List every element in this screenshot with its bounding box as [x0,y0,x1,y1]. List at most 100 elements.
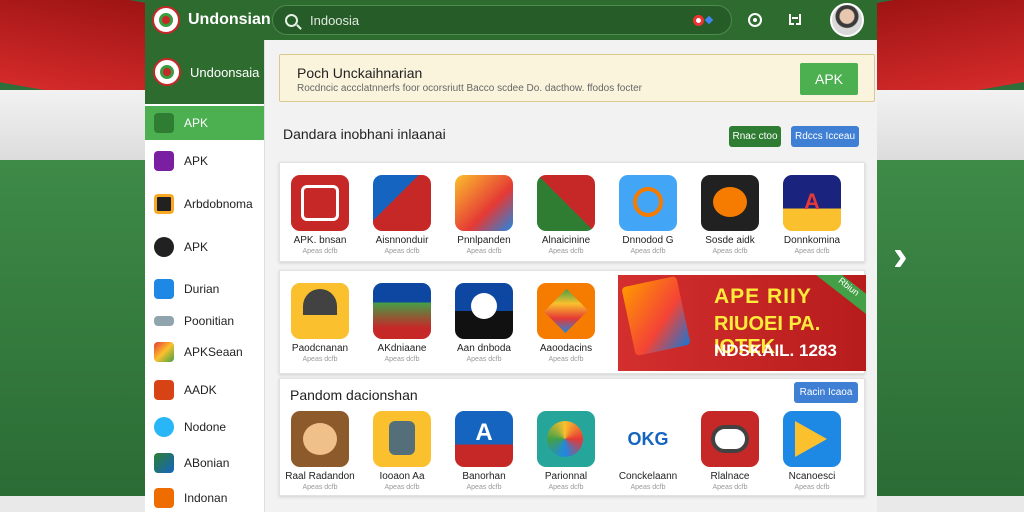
user-avatar[interactable] [830,3,864,37]
folder-icon [154,193,174,214]
sidebar-item-label: APK [184,239,209,254]
section-title: Dandara inobhani inlaanai [283,126,446,142]
flag-background-left [0,0,145,512]
app-icon [783,411,841,467]
app-rating: Apeas dcfb [466,248,502,255]
app-item[interactable]: Pnnlpanden Apeas dcfb [444,175,524,255]
sidebar-item[interactable]: Durian [145,268,264,310]
app-rating: Apeas dcfb [630,484,666,491]
app-name: Rlalnace [710,471,750,482]
app-item[interactable]: Alnaicinine Apeas dcfb [526,175,606,255]
promo-subtitle: Rocdncic accclatnnerfs foor ocorsriutt B… [297,83,642,94]
app-icon: OKG [619,411,677,467]
app-item[interactable]: APK. bnsan Apeas dcfb [280,175,360,255]
app-item[interactable]: Sosde aidk Apeas dcfb [690,175,770,255]
app-rating: Apeas dcfb [302,248,338,255]
app-rating: Apeas dcfb [466,356,502,363]
app-icon: A [455,411,513,467]
play-store-icon [621,275,691,357]
sidebar-item[interactable]: ABonian [145,446,264,480]
app-item[interactable]: Aaoodacins Apeas dcfb [526,283,606,363]
apk-icon [154,113,174,133]
app-icon [291,283,349,339]
sidebar-item[interactable]: APKSeaan [145,332,264,372]
app-row-card: APK. bnsan Apeas dcfb Aisnnonduir Apeas … [279,162,865,262]
app-item[interactable]: Rlalnace Apeas dcfb [690,411,770,491]
app-icon [455,283,513,339]
sidebar-item[interactable]: APK [145,140,264,182]
app-item[interactable]: OKG Conckelaann Apeas dcfb [608,411,688,491]
app-item[interactable]: Raal Radandon Apeas dcfb [280,411,360,491]
sidebar-item[interactable]: AADK [145,372,264,408]
app-rating: Apeas dcfb [302,356,338,363]
app-name: Donnkomina [783,235,841,246]
section-chip-green[interactable]: Rnac ctoo [729,126,781,147]
sidebar-item-label: Indonan [184,491,228,505]
app-item[interactable]: Dnnodod G Apeas dcfb [608,175,688,255]
app-name: APK. bnsan [293,235,347,246]
app-name: Parionnal [544,471,588,482]
app-icon [154,453,174,473]
brand-name: Undonsian [188,11,271,28]
main-content: Poch Unckaihnarian Rocdncic accclatnnerf… [265,40,877,512]
app-icon [373,283,431,339]
google-icon[interactable] [693,10,719,30]
app-rating: Apeas dcfb [548,356,584,363]
sidebar-item[interactable]: APK [145,225,264,268]
app-name: Alnaicinine [541,235,591,246]
app-icon [537,411,595,467]
app-window: Undonsian Undoonsaia APK APK [145,0,877,512]
sidebar-item[interactable]: Indonan [145,480,264,512]
app-rating: Apeas dcfb [712,484,748,491]
chat-icon[interactable] [746,11,764,29]
app-item[interactable]: Iooaon Aa Apeas dcfb [362,411,442,491]
section-title: Pandom dacionshan [290,387,418,403]
app-item[interactable]: Ncanoesci Apeas dcfb [772,411,852,491]
sidebar-item-label: Nodone [184,420,227,434]
sidebar: Undoonsaia APK APK Arbdobnoma APK Durian… [145,40,265,512]
section-chip-blue[interactable]: Racin Icaoa [794,382,858,403]
app-name: Pnnlpanden [457,235,511,246]
next-arrow-icon[interactable]: › [893,234,923,278]
featured-banner[interactable]: Rbiun APE RIIY RIUOEI PA. IOTEK NDSKAIL.… [618,275,866,371]
app-item[interactable]: AKdniaane Apeas dcfb [362,283,442,363]
app-row-card: Paodcnanan Apeas dcfb AKdniaane Apeas dc… [279,270,866,374]
search-input[interactable] [310,12,693,28]
sidebar-item-label: APKSeaan [184,345,243,359]
app-logo-icon[interactable] [152,6,180,34]
app-name: Sosde aidk [705,235,755,246]
sidebar-item[interactable]: Nodone [145,408,264,446]
app-name: Aan dnboda [457,343,511,354]
section-chip-blue[interactable]: Rdccs Icceau [791,126,859,147]
app-item[interactable]: Aisnnonduir Apeas dcfb [362,175,442,255]
app-rating: Apeas dcfb [630,248,666,255]
app-icon [154,316,174,326]
sidebar-item-label: ABonian [184,456,230,470]
apk-download-button[interactable]: APK [800,63,858,95]
app-icon [701,175,759,231]
app-item[interactable]: A Banorhan Apeas dcfb [444,411,524,491]
app-icon [154,279,174,299]
app-icon [154,488,174,508]
search-bar[interactable] [272,5,732,35]
app-item[interactable]: A Donnkomina Apeas dcfb [772,175,852,255]
app-item[interactable]: Aan dnboda Apeas dcfb [444,283,524,363]
sidebar-item-label: Arbdobnoma [184,196,253,211]
sidebar-title: Undoonsaia [190,64,260,80]
sidebar-item[interactable]: Poonitian [145,310,264,332]
sidebar-item-apk[interactable]: APK [145,106,264,140]
app-rating: Apeas dcfb [794,484,830,491]
sidebar-item-label: Poonitian [184,314,235,328]
app-name: Dnnodod G [622,235,674,246]
app-item[interactable]: Parionnal Apeas dcfb [526,411,606,491]
share-icon[interactable] [786,11,804,29]
top-bar: Undonsian [145,0,877,40]
play-icon [154,342,174,362]
app-rating: Apeas dcfb [384,356,420,363]
sidebar-item[interactable]: Arbdobnoma [145,182,264,225]
app-item[interactable]: Paodcnanan Apeas dcfb [280,283,360,363]
app-name: Aisnnonduir [375,235,429,246]
app-rating: Apeas dcfb [548,484,584,491]
app-name: Iooaon Aa [379,471,425,482]
search-icon[interactable] [285,13,298,27]
